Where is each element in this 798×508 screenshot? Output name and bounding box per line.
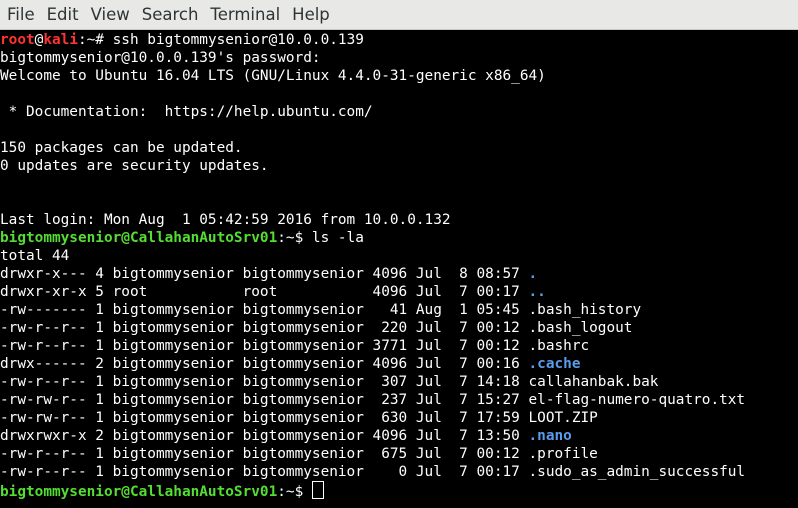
- listing-row: -rw------- 1 bigtommysenior bigtommyseni…: [0, 301, 798, 319]
- file-name: .bash_logout: [528, 320, 633, 336]
- menu-file[interactable]: File: [2, 0, 40, 30]
- listing-row: -rw-rw-r-- 1 bigtommysenior bigtommyseni…: [0, 391, 798, 409]
- final-prompt-path: :~$: [277, 484, 312, 500]
- menu-help[interactable]: Help: [287, 0, 335, 30]
- directory-name: ..: [528, 284, 546, 300]
- ssh-output-line: * Documentation: https://help.ubuntu.com…: [0, 104, 373, 120]
- final-prompt-line[interactable]: bigtommysenior@CallahanAutoSrv01:~$: [0, 481, 798, 500]
- ssh-output-line: Last login: Mon Aug 1 05:42:59 2016 from…: [0, 212, 451, 228]
- directory-name: .: [528, 266, 538, 282]
- terminal-output[interactable]: root@kali:~# ssh bigtommysenior@10.0.0.1…: [0, 30, 798, 508]
- file-name: .bashrc: [528, 338, 590, 354]
- file-name: LOOT.ZIP: [528, 410, 598, 426]
- listing-row: -rw-r--r-- 1 bigtommysenior bigtommyseni…: [0, 319, 798, 337]
- listing-row: drwxr-x--- 4 bigtommysenior bigtommyseni…: [0, 265, 798, 283]
- remote-prompt-userhost: bigtommysenior@CallahanAutoSrv01: [0, 230, 278, 246]
- remote-prompt-path: :~$: [277, 230, 312, 246]
- listing-meta: -rw------- 1 bigtommysenior bigtommyseni…: [0, 302, 529, 318]
- prompt-path: :~#: [77, 32, 113, 48]
- prompt-host: kali: [43, 32, 78, 48]
- listing-meta: -rw-rw-r-- 1 bigtommysenior bigtommyseni…: [0, 392, 529, 408]
- listing-row: -rw-rw-r-- 1 bigtommysenior bigtommyseni…: [0, 409, 798, 427]
- listing-meta: -rw-r--r-- 1 bigtommysenior bigtommyseni…: [0, 320, 529, 336]
- total-line: total 44: [0, 248, 70, 264]
- menu-view[interactable]: View: [86, 0, 135, 30]
- listing-row: drwx------ 2 bigtommysenior bigtommyseni…: [0, 355, 798, 373]
- ssh-output-line: Welcome to Ubuntu 16.04 LTS (GNU/Linux 4…: [0, 68, 546, 84]
- listing-row: -rw-r--r-- 1 bigtommysenior bigtommyseni…: [0, 373, 798, 391]
- listing-meta: -rw-r--r-- 1 bigtommysenior bigtommyseni…: [0, 338, 529, 354]
- file-name: callahanbak.bak: [528, 374, 659, 390]
- listing-meta: -rw-r--r-- 1 bigtommysenior bigtommyseni…: [0, 446, 529, 462]
- ssh-output-line: bigtommysenior@10.0.0.139's password:: [0, 50, 321, 66]
- listing-row: -rw-r--r-- 1 bigtommysenior bigtommyseni…: [0, 445, 798, 463]
- ssh-output-line: [0, 193, 798, 211]
- listing-row: drwxrwxr-x 2 bigtommysenior bigtommyseni…: [0, 427, 798, 445]
- file-name: .sudo_as_admin_successful: [528, 464, 746, 480]
- menu-edit[interactable]: Edit: [42, 0, 84, 30]
- file-name: .profile: [528, 446, 598, 462]
- listing-meta: drwxrwxr-x 2 bigtommysenior bigtommyseni…: [0, 428, 529, 444]
- local-prompt-line: root@kali:~# ssh bigtommysenior@10.0.0.1…: [0, 31, 798, 49]
- listing-meta: -rw-r--r-- 1 bigtommysenior bigtommyseni…: [0, 374, 529, 390]
- menu-terminal[interactable]: Terminal: [205, 0, 285, 30]
- listing-meta: drwx------ 2 bigtommysenior bigtommyseni…: [0, 356, 529, 372]
- listing-meta: drwxr-x--- 4 bigtommysenior bigtommyseni…: [0, 266, 529, 282]
- ssh-command: ssh bigtommysenior@10.0.0.139: [112, 32, 364, 48]
- listing-meta: drwxr-xr-x 5 root root 4096 Jul 7 00:17: [0, 284, 529, 300]
- ssh-output-line: 0 updates are security updates.: [0, 158, 269, 174]
- menu-bar: File Edit View Search Terminal Help: [0, 0, 798, 30]
- ssh-output-line: [0, 85, 798, 103]
- remote-prompt-line: bigtommysenior@CallahanAutoSrv01:~$ ls -…: [0, 229, 798, 247]
- menu-search[interactable]: Search: [137, 0, 204, 30]
- listing-meta: -rw-rw-r-- 1 bigtommysenior bigtommyseni…: [0, 410, 529, 426]
- final-prompt-userhost: bigtommysenior@CallahanAutoSrv01: [0, 484, 278, 500]
- prompt-user: root: [0, 32, 35, 48]
- listing-row: drwxr-xr-x 5 root root 4096 Jul 7 00:17 …: [0, 283, 798, 301]
- ssh-output-line: [0, 175, 798, 193]
- file-name: .bash_history: [528, 302, 642, 318]
- listing-meta: -rw-r--r-- 1 bigtommysenior bigtommyseni…: [0, 464, 529, 480]
- ssh-output-line: 150 packages can be updated.: [0, 140, 243, 156]
- directory-name: .cache: [528, 356, 581, 372]
- listing-row: -rw-r--r-- 1 bigtommysenior bigtommyseni…: [0, 463, 798, 481]
- ssh-output-line: [0, 121, 798, 139]
- listing-row: -rw-r--r-- 1 bigtommysenior bigtommyseni…: [0, 337, 798, 355]
- file-name: el-flag-numero-quatro.txt: [528, 392, 746, 408]
- ls-command: ls -la: [311, 230, 364, 246]
- text-cursor: [311, 481, 324, 499]
- directory-name: .nano: [528, 428, 572, 444]
